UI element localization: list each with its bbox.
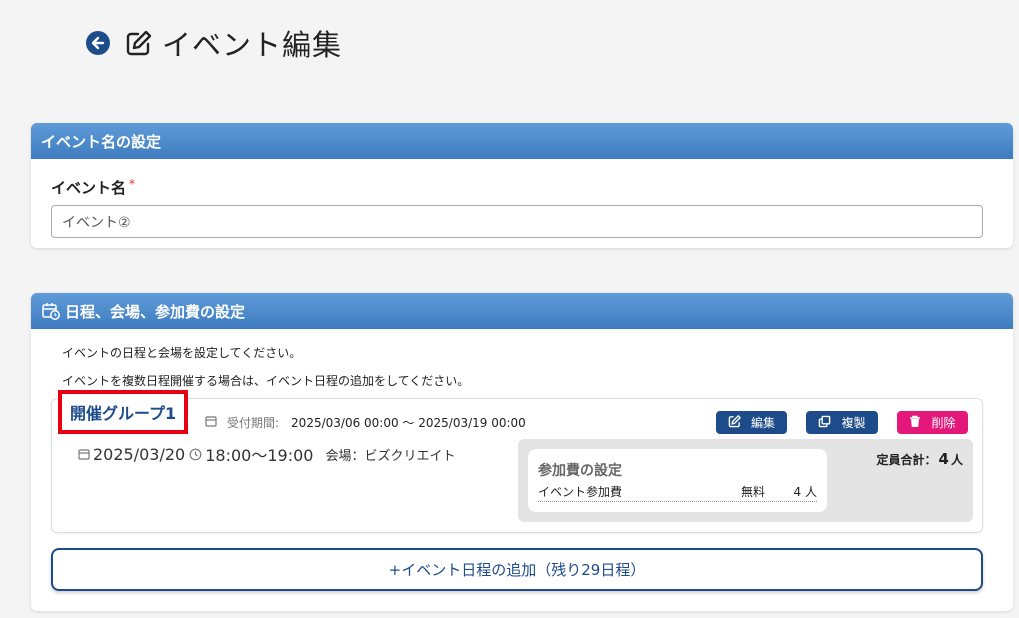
edit-button-label: 編集 <box>750 416 775 430</box>
capacity-total: 定員合計： 4 人 <box>877 450 963 468</box>
required-mark: * <box>129 177 136 191</box>
page-header: イベント編集 <box>86 22 342 64</box>
event-time: 18:00～19:00 <box>205 446 314 465</box>
edit-pen-icon <box>124 28 154 58</box>
section-header: イベント名の設定 <box>31 123 1013 159</box>
group-name[interactable]: 開催グループ1 <box>58 390 189 434</box>
event-name-label-text: イベント名 <box>51 179 127 197</box>
capacity-value: 4 <box>938 450 949 468</box>
event-date: 2025/03/20 <box>93 444 186 464</box>
event-group-card: 開催グループ1 受付期間: 2025/03/06 00:00 ～ 2025/03… <box>51 390 983 533</box>
copy-button[interactable]: 複製 <box>806 411 878 434</box>
fee-item-name: イベント参加費 <box>538 485 623 499</box>
fee-row: イベント参加費 無料 4 人 <box>538 483 817 502</box>
reception-period: 受付期間: 2025/03/06 00:00 ～ 2025/03/19 00:0… <box>205 414 526 431</box>
delete-button-label: 削除 <box>931 416 956 430</box>
period-label: 受付期間: <box>227 416 280 430</box>
copy-icon <box>818 415 831 431</box>
calendar-icon <box>78 448 90 460</box>
calendar-icon <box>205 415 217 430</box>
add-schedule-button[interactable]: +イベント日程の追加（残り29日程） <box>51 548 983 591</box>
back-arrow-icon[interactable] <box>86 31 110 55</box>
fee-settings-card: 参加費の設定 イベント参加費 無料 4 人 <box>528 449 827 512</box>
fee-panel: 定員合計： 4 人 参加費の設定 イベント参加費 無料 4 人 <box>518 439 973 522</box>
page-title: イベント編集 <box>162 28 343 62</box>
event-name-section: イベント名の設定 イベント名 * <box>31 123 1013 248</box>
clock-icon <box>189 448 202 461</box>
event-venue: 会場：ビズクリエイト <box>325 448 456 464</box>
schedule-section: 日程、会場、参加費の設定 イベントの日程と会場を設定してください。 イベントを複… <box>31 293 1013 611</box>
copy-button-label: 複製 <box>841 416 866 430</box>
schedule-description-1: イベントの日程と会場を設定してください。 <box>62 346 302 360</box>
schedule-row: 2025/03/20 18:00～19:00 会場：ビズクリエイト <box>78 442 455 466</box>
section-header-label: 日程、会場、参加費の設定 <box>65 302 246 321</box>
delete-button[interactable]: 削除 <box>897 411 968 434</box>
fee-settings-title: 参加費の設定 <box>538 463 622 479</box>
calendar-clock-icon <box>41 301 61 321</box>
fee-price: 無料 <box>741 485 766 499</box>
section-header-label: イベント名の設定 <box>41 132 162 151</box>
fee-count: 4 人 <box>793 485 817 499</box>
trash-icon <box>909 415 921 431</box>
event-name-input[interactable] <box>51 205 983 238</box>
section-header: 日程、会場、参加費の設定 <box>31 293 1013 329</box>
edit-button[interactable]: 編集 <box>716 411 787 434</box>
edit-icon <box>728 414 742 431</box>
capacity-label: 定員合計： <box>876 453 937 467</box>
event-name-label: イベント名 * <box>51 177 135 198</box>
group-actions: 編集 複製 削除 <box>716 411 968 434</box>
capacity-unit: 人 <box>950 453 963 467</box>
period-value: 2025/03/06 00:00 ～ 2025/03/19 00:00 <box>291 416 526 430</box>
schedule-description-2: イベントを複数日程開催する場合は、イベント日程の追加をしてください。 <box>62 374 470 388</box>
